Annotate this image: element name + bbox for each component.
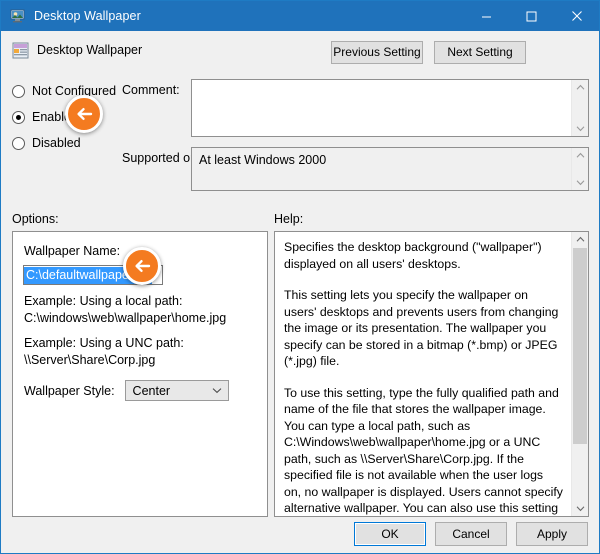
policy-setting-icon: [12, 42, 29, 59]
help-paragraph: To use this setting, type the fully qual…: [284, 385, 563, 516]
supported-on-scrollbar[interactable]: [571, 148, 588, 190]
apply-button[interactable]: Apply: [516, 522, 588, 546]
wallpaper-style-value: Center: [132, 383, 171, 398]
example-local-path-label: Example: Using a local path:: [24, 294, 183, 308]
example-unc-path-label: Example: Using a UNC path:: [24, 336, 184, 350]
ok-button[interactable]: OK: [354, 522, 426, 546]
help-section-label: Help:: [274, 212, 304, 226]
cancel-button[interactable]: Cancel: [435, 522, 507, 546]
radio-disabled-indicator: [12, 136, 25, 150]
help-paragraph: Specifies the desktop background ("wallp…: [284, 240, 542, 271]
wallpaper-name-label: Wallpaper Name:: [24, 244, 121, 258]
next-setting-button[interactable]: Next Setting: [434, 41, 526, 64]
help-paragraph: This setting lets you specify the wallpa…: [284, 288, 559, 368]
supported-on-field: At least Windows 2000: [191, 147, 589, 191]
radio-disabled[interactable]: Disabled: [12, 136, 81, 150]
comment-scrollbar[interactable]: [571, 80, 588, 136]
setting-state-area: Not Configured Enabled Disabled Comment:…: [1, 71, 599, 201]
dialog-footer: OK Cancel Apply: [354, 522, 588, 546]
annotation-arrow-enabled: [65, 95, 103, 133]
radio-not-configured-label: Not Configured: [32, 84, 117, 98]
radio-not-configured-indicator: [12, 84, 25, 98]
annotation-arrow-wallpaper-name: [123, 247, 161, 285]
scroll-down-icon[interactable]: [572, 501, 588, 516]
window-controls: [464, 1, 599, 31]
setting-title: Desktop Wallpaper: [37, 43, 143, 57]
window-title: Desktop Wallpaper: [34, 9, 141, 23]
help-scrollbar[interactable]: [571, 232, 588, 516]
comment-label: Comment:: [122, 83, 180, 97]
setting-navigation: Previous Setting Next Setting: [331, 41, 526, 64]
maximize-button[interactable]: [509, 1, 554, 31]
chevron-down-icon: [212, 381, 222, 400]
dialog-header: Desktop Wallpaper Previous Setting Next …: [1, 31, 599, 71]
scroll-down-icon[interactable]: [572, 121, 588, 136]
radio-disabled-label: Disabled: [32, 136, 81, 150]
example-unc-path-value: \\Server\Share\Corp.jpg: [24, 353, 156, 367]
wallpaper-style-row: Wallpaper Style: Center: [24, 380, 229, 401]
desktop-wallpaper-icon: [10, 8, 26, 24]
radio-not-configured[interactable]: Not Configured: [12, 84, 116, 98]
supported-on-value: At least Windows 2000: [199, 153, 327, 167]
scroll-up-icon[interactable]: [572, 232, 588, 247]
close-button[interactable]: [554, 1, 599, 31]
scroll-down-icon[interactable]: [572, 175, 588, 190]
options-section-label: Options:: [12, 212, 59, 226]
example-local-path-value: C:\windows\web\wallpaper\home.jpg: [24, 311, 227, 325]
comment-input[interactable]: [191, 79, 589, 137]
title-bar: Desktop Wallpaper: [1, 1, 599, 31]
help-scrollbar-thumb[interactable]: [573, 248, 587, 444]
supported-on-label: Supported on:: [122, 151, 201, 165]
radio-enabled-indicator: [12, 110, 25, 124]
help-text-area: Specifies the desktop background ("wallp…: [275, 232, 572, 516]
wallpaper-style-select[interactable]: Center: [124, 380, 229, 401]
desktop-wallpaper-dialog: Desktop Wallpaper Desktop Wallpaper Prev…: [0, 0, 600, 554]
wallpaper-style-label: Wallpaper Style:: [24, 383, 115, 398]
scroll-up-icon[interactable]: [572, 80, 588, 95]
minimize-button[interactable]: [464, 1, 509, 31]
scroll-up-icon[interactable]: [572, 148, 588, 163]
help-panel: Specifies the desktop background ("wallp…: [274, 231, 589, 517]
previous-setting-button[interactable]: Previous Setting: [331, 41, 423, 64]
